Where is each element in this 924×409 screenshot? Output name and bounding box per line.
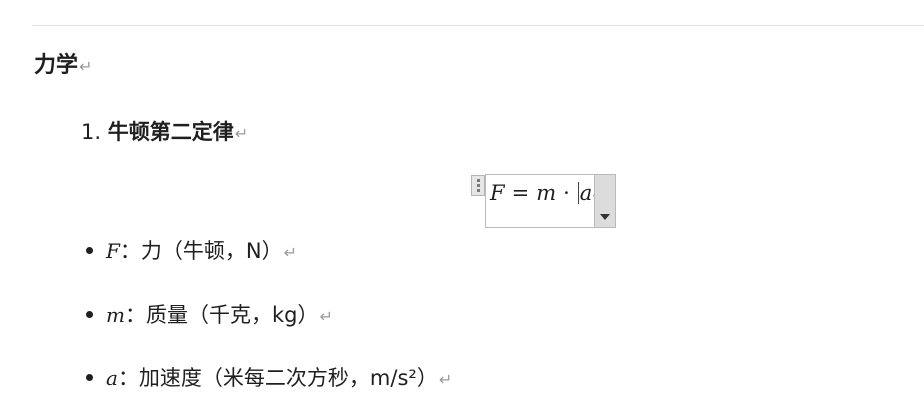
variable-description: ：质量（千克，kg）	[124, 303, 319, 327]
bullet-icon	[86, 310, 93, 318]
variable-description: ：力（牛顿，N）	[119, 239, 283, 263]
equation-content[interactable]: F=m·a↵	[490, 181, 604, 205]
variable-symbol: m	[106, 303, 125, 327]
list-item-mass[interactable]: m：质量（千克，kg）↵	[86, 299, 333, 329]
paragraph-mark-icon: ↵	[438, 370, 453, 389]
equation-equals: =	[511, 181, 530, 205]
handle-dot	[477, 179, 480, 182]
paragraph-mark-icon: ↵	[234, 124, 249, 143]
variable-symbol: F	[106, 239, 120, 263]
numbered-heading-title: 牛顿第二定律	[107, 120, 234, 144]
equation-options-button[interactable]	[594, 175, 615, 227]
list-item-acceleration[interactable]: a：加速度（米每二次方秒，m/s²）↵	[86, 362, 452, 392]
variable-description: ：加速度（米每二次方秒，m/s²）	[117, 366, 438, 390]
page-top-border	[32, 25, 924, 26]
equation-lhs: F	[490, 181, 505, 205]
text-cursor	[577, 182, 579, 204]
equation-a: a	[579, 181, 593, 205]
section-heading[interactable]: 力学↵	[34, 47, 92, 79]
paragraph-mark-icon: ↵	[283, 243, 298, 262]
variable-symbol: a	[106, 366, 118, 390]
equation-dot: ·	[563, 181, 570, 205]
bullet-icon	[86, 246, 93, 254]
equation-drag-handle-icon[interactable]	[471, 175, 485, 196]
handle-dot	[477, 184, 480, 187]
list-item-force[interactable]: F：力（牛顿，N）↵	[86, 235, 297, 265]
list-number: 1.	[81, 120, 102, 144]
paragraph-mark-icon: ↵	[319, 307, 333, 326]
handle-dot	[477, 189, 480, 192]
bullet-icon	[86, 373, 93, 381]
equation-m: m	[536, 181, 557, 205]
chevron-down-icon	[600, 214, 610, 220]
equation-object[interactable]: F=m·a↵	[485, 174, 616, 228]
numbered-heading[interactable]: 1. 牛顿第二定律↵	[81, 116, 248, 146]
paragraph-mark-icon: ↵	[79, 57, 93, 76]
section-heading-text: 力学	[34, 53, 79, 78]
